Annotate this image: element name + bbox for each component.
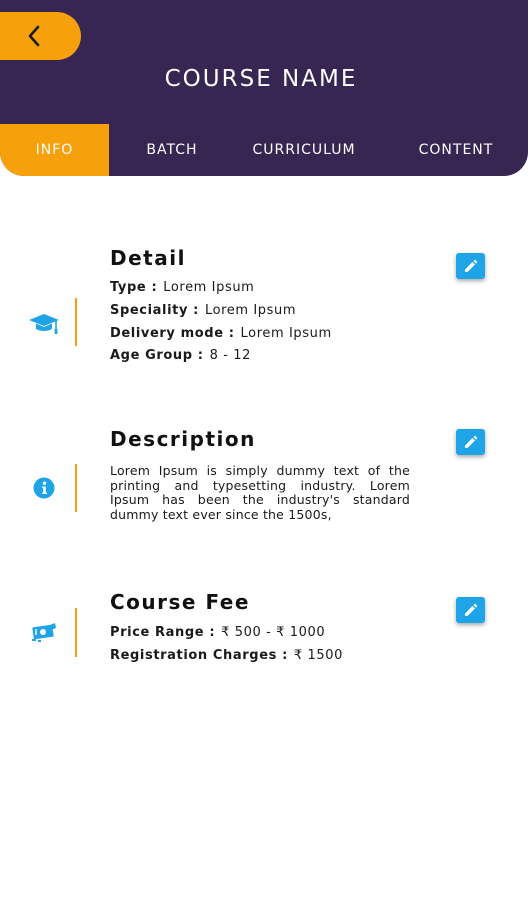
tab-curriculum[interactable]: CURRICULUM <box>236 124 372 176</box>
fee-row-price-range: Price Range : ₹ 500 - ₹ 1000 <box>110 625 325 640</box>
tab-info[interactable]: INFO <box>0 124 109 176</box>
pencil-icon <box>464 259 477 272</box>
row-value: ₹ 500 - ₹ 1000 <box>221 625 326 640</box>
pencil-icon <box>464 435 477 448</box>
section-divider <box>75 464 77 512</box>
course-fee-title: Course Fee <box>110 590 250 614</box>
fee-row-registration-charges: Registration Charges : ₹ 1500 <box>110 648 343 663</box>
info-icon <box>28 472 60 504</box>
row-value: Lorem Ipsum <box>240 326 332 341</box>
pencil-icon <box>464 603 477 616</box>
row-value: ₹ 1500 <box>293 648 343 663</box>
description-text: Lorem Ipsum is simply dummy text of the … <box>110 463 410 522</box>
row-label: Registration Charges : <box>110 648 288 663</box>
row-value: 8 - 12 <box>209 348 251 363</box>
tab-bar: INFO BATCH CURRICULUM CONTENT <box>0 124 528 176</box>
detail-row-speciality: Speciality : Lorem Ipsum <box>110 303 296 318</box>
section-divider <box>75 298 77 346</box>
row-label: Speciality : <box>110 303 199 318</box>
money-icon <box>28 616 60 648</box>
section-divider <box>75 608 77 657</box>
page-title: COURSE NAME <box>164 66 358 92</box>
edit-description-button[interactable] <box>456 429 485 455</box>
row-label: Age Group : <box>110 348 204 363</box>
row-value: Lorem Ipsum <box>163 280 255 295</box>
row-value: Lorem Ipsum <box>204 303 297 318</box>
back-button[interactable] <box>0 12 81 60</box>
chevron-left-icon <box>28 25 39 47</box>
row-label: Type : <box>110 280 158 295</box>
detail-row-delivery-mode: Delivery mode : Lorem Ipsum <box>110 326 332 341</box>
edit-detail-button[interactable] <box>456 253 485 279</box>
tab-batch[interactable]: BATCH <box>118 124 226 176</box>
graduation-cap-icon <box>28 308 60 340</box>
row-label: Price Range : <box>110 625 216 640</box>
detail-row-type: Type : Lorem Ipsum <box>110 280 254 295</box>
detail-row-age-group: Age Group : 8 - 12 <box>110 348 251 363</box>
row-label: Delivery mode : <box>110 326 235 341</box>
description-title: Description <box>110 427 256 451</box>
tab-content[interactable]: CONTENT <box>396 124 516 176</box>
edit-fee-button[interactable] <box>456 597 485 623</box>
detail-title: Detail <box>110 246 186 270</box>
app-header: COURSE NAME INFO BATCH CURRICULUM CONTEN… <box>0 0 528 176</box>
